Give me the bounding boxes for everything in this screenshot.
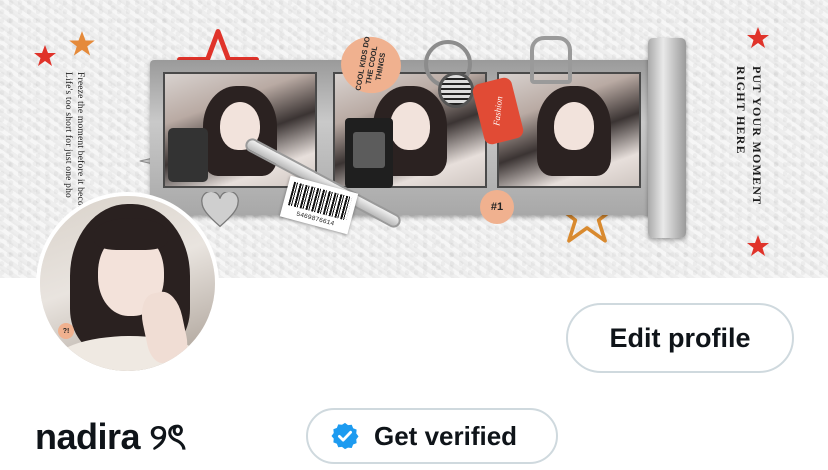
camera-sticker — [345, 118, 393, 188]
clip-icon — [530, 36, 572, 84]
edit-profile-button[interactable]: Edit profile — [566, 303, 794, 373]
film-roll — [648, 38, 686, 238]
camera-sticker — [168, 128, 208, 182]
avatar-badge: ?! — [58, 323, 74, 339]
display-name: nadira ୨ৎ — [35, 416, 186, 457]
get-verified-label: Get verified — [374, 420, 518, 451]
verified-check-badge-icon — [331, 422, 359, 450]
grid-disc-icon — [438, 72, 474, 108]
red-star-icon — [747, 27, 769, 48]
get-verified-button[interactable]: Get verified — [306, 408, 558, 464]
number-one-badge: #1 — [480, 190, 514, 224]
avatar[interactable]: ?! — [36, 192, 219, 375]
banner-caption: PUT YOUR MOMENT RIGHT HERE — [734, 66, 764, 206]
red-star-icon — [34, 45, 56, 66]
orange-star-icon — [69, 31, 95, 56]
red-star-icon — [747, 235, 769, 256]
